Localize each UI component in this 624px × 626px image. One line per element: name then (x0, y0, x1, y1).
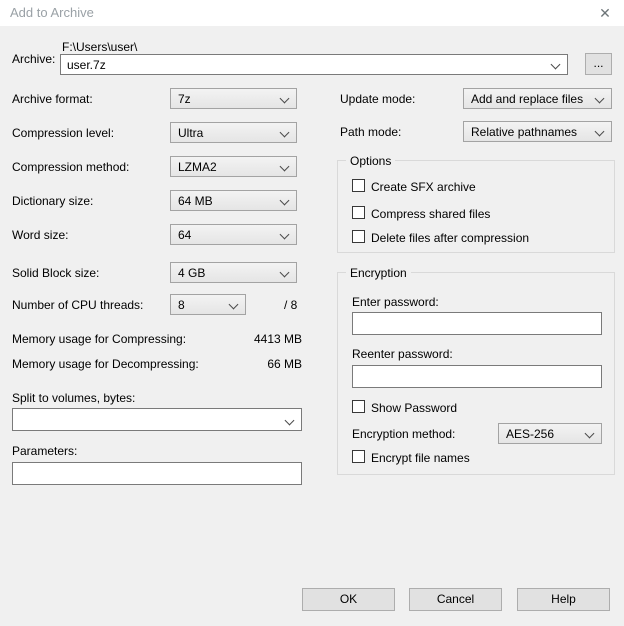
titlebar: Add to Archive ✕ (0, 0, 624, 26)
dictionary-size-value: 64 MB (178, 194, 213, 208)
archive-format-value: 7z (178, 92, 191, 106)
compression-method-select[interactable]: LZMA2 (170, 156, 297, 177)
chevron-down-icon (280, 128, 290, 138)
cpu-threads-label: Number of CPU threads: (12, 298, 143, 312)
chevron-down-icon (280, 268, 290, 278)
cancel-button[interactable]: Cancel (409, 588, 502, 611)
compression-level-select[interactable]: Ultra (170, 122, 297, 143)
archive-directory: F:\Users\user\ (62, 40, 137, 54)
reenter-password-input[interactable] (352, 365, 602, 388)
enter-password-label: Enter password: (352, 295, 439, 309)
solid-block-size-label: Solid Block size: (12, 266, 99, 280)
reenter-password-label: Reenter password: (352, 347, 453, 361)
archive-name-combo[interactable] (60, 54, 568, 75)
options-group-title: Options (346, 154, 395, 168)
word-size-select[interactable]: 64 (170, 224, 297, 245)
chevron-down-icon (280, 94, 290, 104)
archive-format-label: Archive format: (12, 92, 93, 106)
split-volumes-label: Split to volumes, bytes: (12, 391, 135, 405)
chevron-down-icon (585, 429, 595, 439)
update-mode-value: Add and replace files (471, 92, 583, 106)
enter-password-input[interactable] (352, 312, 602, 335)
path-mode-select[interactable]: Relative pathnames (463, 121, 612, 142)
compression-level-value: Ultra (178, 126, 203, 140)
chevron-down-icon (280, 162, 290, 172)
archive-format-select[interactable]: 7z (170, 88, 297, 109)
memory-decompress-label: Memory usage for Decompressing: (12, 357, 199, 371)
compress-shared-label: Compress shared files (371, 207, 490, 221)
encrypt-names-label: Encrypt file names (371, 451, 470, 465)
delete-after-label: Delete files after compression (371, 231, 529, 245)
archive-label: Archive: (12, 52, 55, 66)
ok-button[interactable]: OK (302, 588, 395, 611)
encryption-method-value: AES-256 (506, 427, 554, 441)
encryption-group-title: Encryption (346, 266, 411, 280)
compress-shared-checkbox[interactable] (352, 206, 365, 219)
browse-button[interactable]: ... (585, 53, 612, 75)
chevron-down-icon (280, 230, 290, 240)
compression-method-value: LZMA2 (178, 160, 217, 174)
delete-after-checkbox[interactable] (352, 230, 365, 243)
compression-method-label: Compression method: (12, 160, 129, 174)
encrypt-names-checkbox[interactable] (352, 450, 365, 463)
show-password-checkbox[interactable] (352, 400, 365, 413)
path-mode-label: Path mode: (340, 125, 401, 139)
update-mode-label: Update mode: (340, 92, 415, 106)
parameters-label: Parameters: (12, 444, 77, 458)
create-sfx-checkbox[interactable] (352, 179, 365, 192)
add-to-archive-dialog: Add to Archive ✕ Archive: F:\Users\user\… (0, 0, 624, 626)
cpu-threads-max: / 8 (284, 298, 297, 312)
solid-block-size-select[interactable]: 4 GB (170, 262, 297, 283)
compression-level-label: Compression level: (12, 126, 114, 140)
memory-decompress-value: 66 MB (200, 357, 302, 371)
chevron-down-icon[interactable] (285, 416, 295, 426)
encryption-method-label: Encryption method: (352, 427, 455, 441)
chevron-down-icon (280, 196, 290, 206)
encryption-method-select[interactable]: AES-256 (498, 423, 602, 444)
split-volumes-input[interactable] (13, 409, 283, 430)
close-icon[interactable]: ✕ (595, 3, 615, 23)
help-button[interactable]: Help (517, 588, 610, 611)
create-sfx-label: Create SFX archive (371, 180, 476, 194)
split-volumes-combo[interactable] (12, 408, 302, 431)
memory-compress-label: Memory usage for Compressing: (12, 332, 186, 346)
update-mode-select[interactable]: Add and replace files (463, 88, 612, 109)
word-size-value: 64 (178, 228, 191, 242)
cpu-threads-select[interactable]: 8 (170, 294, 246, 315)
chevron-down-icon (595, 94, 605, 104)
parameters-input[interactable] (12, 462, 302, 485)
archive-name-input[interactable] (61, 55, 549, 74)
dictionary-size-select[interactable]: 64 MB (170, 190, 297, 211)
dictionary-size-label: Dictionary size: (12, 194, 93, 208)
cpu-threads-value: 8 (178, 298, 185, 312)
memory-compress-value: 4413 MB (200, 332, 302, 346)
word-size-label: Word size: (12, 228, 68, 242)
solid-block-size-value: 4 GB (178, 266, 205, 280)
chevron-down-icon (229, 300, 239, 310)
window-title: Add to Archive (10, 5, 94, 20)
path-mode-value: Relative pathnames (471, 125, 577, 139)
chevron-down-icon (595, 127, 605, 137)
chevron-down-icon[interactable] (551, 60, 561, 70)
show-password-label: Show Password (371, 401, 457, 415)
